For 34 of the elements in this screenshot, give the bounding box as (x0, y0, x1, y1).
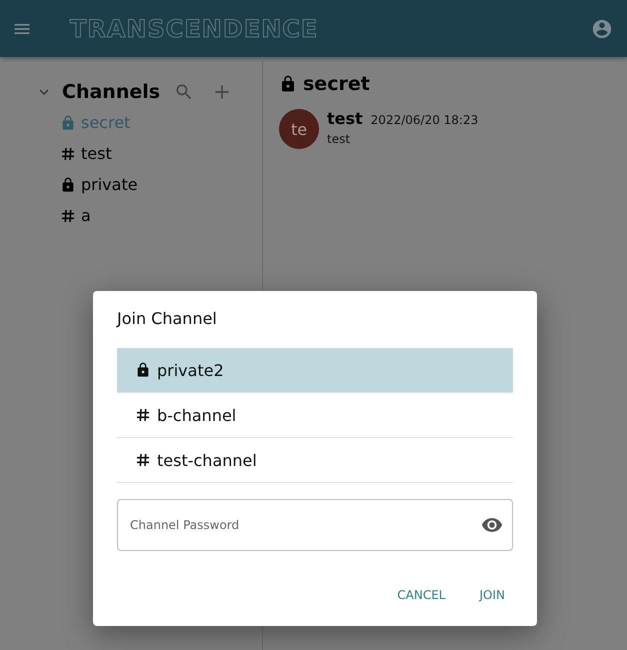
lock-icon (60, 114, 76, 130)
channel-name: private2 (157, 360, 224, 380)
app-logo: TRANSCENDENCE (70, 14, 320, 42)
account-button[interactable] (591, 18, 613, 40)
lock-icon (60, 176, 76, 192)
hash-icon (60, 146, 76, 162)
channel-name: b-channel (157, 406, 236, 424)
dialog-title: Join Channel (117, 309, 218, 328)
hash-icon (135, 452, 151, 468)
dialog-button[interactable]: JOIN (472, 582, 513, 608)
search-button[interactable] (174, 82, 194, 102)
channel-item[interactable]: private (0, 169, 262, 200)
channel-item[interactable]: test (0, 138, 262, 169)
channel-name: secret (81, 113, 130, 132)
channel-name: a (81, 206, 91, 225)
message-text: test (327, 132, 352, 146)
channel-option[interactable]: private2 (117, 348, 513, 393)
hash-icon (135, 407, 151, 423)
hash-icon (60, 208, 76, 224)
lock-icon (135, 362, 151, 378)
channel-name: test-channel (157, 450, 257, 470)
message-time: 2022/06/20 18:23 (370, 113, 478, 127)
channel-name: test (81, 144, 112, 163)
sidebar-title: Channels (62, 81, 162, 103)
account-icon (591, 18, 613, 40)
dialog-button[interactable]: CANCEL (389, 582, 454, 608)
lock-icon (279, 75, 297, 93)
avatar: te (279, 109, 319, 149)
password-field[interactable]: Channel Password (117, 499, 513, 551)
search-icon (174, 82, 194, 102)
channel-name: private (81, 175, 138, 194)
chat-title: secret (303, 73, 370, 95)
channel-item[interactable]: a (0, 200, 262, 231)
message-author: test (327, 109, 363, 128)
